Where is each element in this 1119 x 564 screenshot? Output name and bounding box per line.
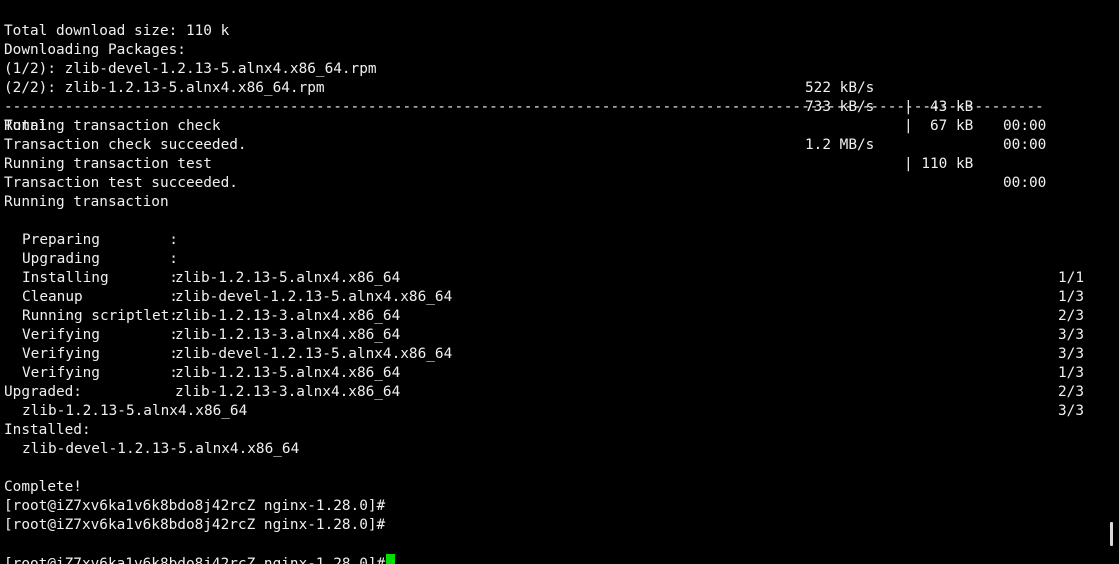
summary-line: Upgraded: <box>4 383 1099 402</box>
terminal-window[interactable]: Total download size: 110 k Downloading P… <box>0 0 1119 564</box>
summary-line: zlib-1.2.13-5.alnx4.x86_64 <box>4 402 1099 421</box>
installed-heading: Installed: <box>4 422 91 438</box>
summary-line: Installed: <box>4 421 1099 440</box>
output-line: Downloading Packages: <box>4 22 1099 58</box>
scrollbar-thumb[interactable] <box>1110 522 1113 546</box>
transaction-message-text: Running transaction <box>4 194 169 210</box>
summary-line: zlib-devel-1.2.13-5.alnx4.x86_64 <box>4 440 1099 459</box>
transaction-message-text: Transaction check succeeded. <box>4 137 247 153</box>
separator-line: ----------------------------------------… <box>4 79 1099 115</box>
transaction-message: Running transaction test <box>4 155 1099 174</box>
output-line: Total download size: 110 k <box>4 3 1099 39</box>
transaction-message-text: Transaction test succeeded. <box>4 175 238 191</box>
shell-prompt: [root@iZ7xv6ka1v6k8bdo8j42rcZ nginx-1.28… <box>4 517 386 533</box>
transaction-message: Transaction test succeeded. <box>4 174 1099 193</box>
transaction-message-text: Running transaction test <box>4 156 212 172</box>
transaction-step: Upgrading : zlib-1.2.13-5.alnx4.x86_64 1… <box>4 231 1099 305</box>
transaction-step: Preparing : 1/1 <box>4 212 1099 286</box>
transaction-message-text: Running transaction check <box>4 118 221 134</box>
transaction-step: Cleanup : zlib-1.2.13-3.alnx4.x86_64 3/3 <box>4 269 1099 343</box>
upgraded-heading: Upgraded: <box>4 384 82 400</box>
prompt-line: [root@iZ7xv6ka1v6k8bdo8j42rcZ nginx-1.28… <box>4 516 1099 535</box>
transaction-step: Verifying : zlib-devel-1.2.13-5.alnx4.x8… <box>4 307 1099 381</box>
transaction-step: Verifying : zlib-1.2.13-3.alnx4.x86_64 3… <box>4 345 1099 419</box>
upgraded-package: zlib-1.2.13-5.alnx4.x86_64 <box>22 403 248 419</box>
transaction-step: Installing : zlib-devel-1.2.13-5.alnx4.x… <box>4 250 1099 324</box>
transaction-message: Transaction check succeeded. <box>4 136 1099 155</box>
summary-line: Complete! <box>4 478 1099 497</box>
active-prompt-wrap: [root@iZ7xv6ka1v6k8bdo8j42rcZ nginx-1.28… <box>4 554 396 564</box>
transaction-step: Verifying : zlib-1.2.13-5.alnx4.x86_64 2… <box>4 326 1099 400</box>
complete-message: Complete! <box>4 479 82 495</box>
total-row: Total 1.2 MB/s | 110 kB 00:00 <box>4 98 1099 191</box>
prompt-line: [root@iZ7xv6ka1v6k8bdo8j42rcZ nginx-1.28… <box>4 497 1099 516</box>
active-prompt-line[interactable]: [root@iZ7xv6ka1v6k8bdo8j42rcZ nginx-1.28… <box>4 535 1099 564</box>
cursor-block[interactable] <box>386 554 396 564</box>
transaction-message: Running transaction check <box>4 117 1099 136</box>
download-row: (2/2): zlib-1.2.13-5.alnx4.x86_64.rpm 73… <box>4 60 1099 153</box>
shell-prompt: [root@iZ7xv6ka1v6k8bdo8j42rcZ nginx-1.28… <box>4 498 386 514</box>
terminal-output: Total download size: 110 k Downloading P… <box>4 3 1099 564</box>
installed-package: zlib-devel-1.2.13-5.alnx4.x86_64 <box>22 441 300 457</box>
download-row: (1/2): zlib-devel-1.2.13-5.alnx4.x86_64.… <box>4 41 1099 134</box>
transaction-message: Running transaction <box>4 193 1099 212</box>
transaction-step: Running scriptlet: zlib-1.2.13-3.alnx4.x… <box>4 288 1099 362</box>
shell-prompt: [root@iZ7xv6ka1v6k8bdo8j42rcZ nginx-1.28… <box>4 556 386 564</box>
